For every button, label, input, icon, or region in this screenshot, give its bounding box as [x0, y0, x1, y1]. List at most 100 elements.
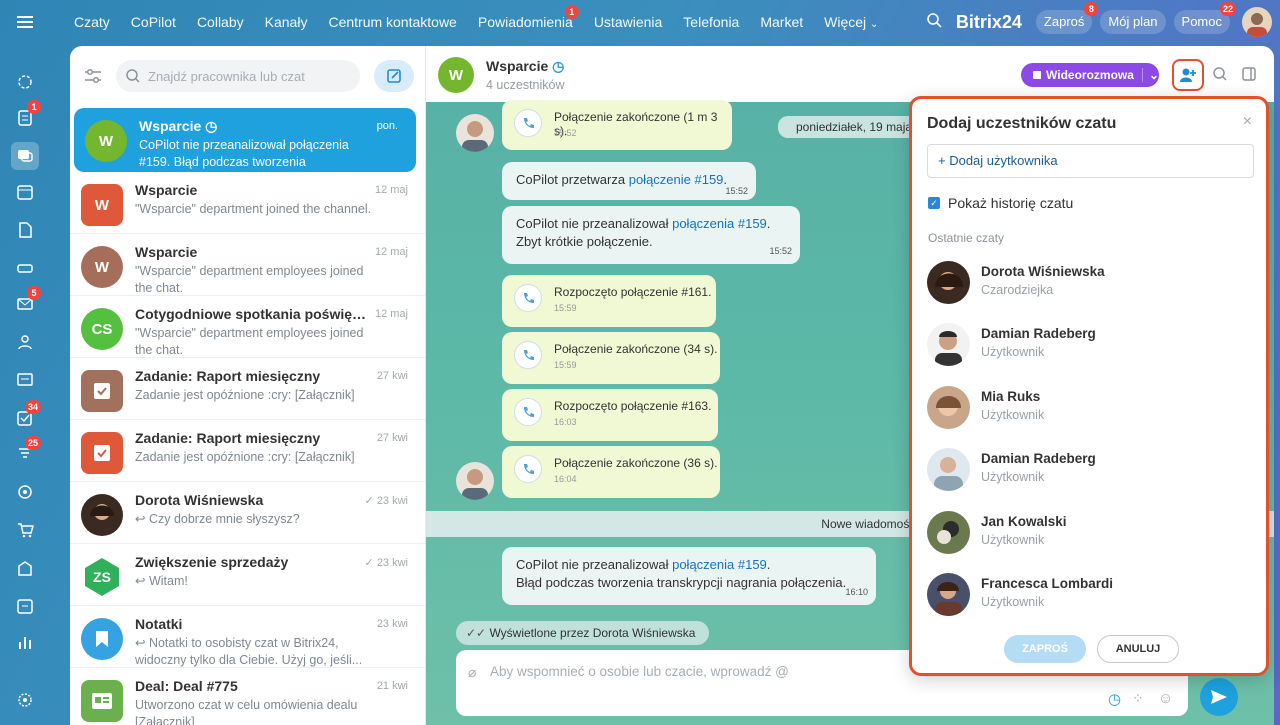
nav-copilot[interactable]: CoPilot	[131, 14, 176, 30]
message-text-part: .	[723, 172, 728, 187]
participant-row[interactable]: Damian Radeberg Użytkownik	[927, 448, 1257, 498]
schedule-icon[interactable]	[11, 592, 39, 620]
message-bubble: CoPilot nie przeanalizował połączenia #1…	[502, 206, 800, 264]
seen-by-text: Wyświetlone przez Dorota Wiśniewska	[489, 626, 696, 640]
participant-row[interactable]: Jan Kowalski Użytkownik	[927, 511, 1257, 561]
mail-icon[interactable]: 5	[11, 286, 41, 318]
participant-row[interactable]: Dorota Wiśniewska Czarodziejka	[927, 261, 1257, 311]
invite-button[interactable]: ZAPROŚ	[1004, 635, 1086, 663]
participant-name: Dorota Wiśniewska	[981, 264, 1105, 279]
message-text-part: .	[766, 216, 771, 231]
paperclip-icon[interactable]: ⌀	[468, 664, 476, 681]
video-call-button[interactable]: Wideorozmowa ⌄	[1021, 63, 1159, 87]
chat-list-item[interactable]: CS Cotygodniowe spotkania poświęcon... 1…	[70, 296, 425, 358]
contacts-icon[interactable]	[11, 328, 39, 356]
invite-button[interactable]: Zaproś 8	[1035, 2, 1099, 34]
chat-list-item[interactable]: Notatki 23 kwi ↩ Notatki to osobisty cza…	[70, 606, 425, 668]
phone-icon	[514, 341, 542, 369]
nav-channels[interactable]: Kanały	[265, 14, 308, 30]
search-icon[interactable]	[1213, 67, 1227, 84]
add-user-field[interactable]: + Dodaj użytkownika	[927, 144, 1254, 178]
menu-icon[interactable]	[0, 0, 50, 44]
avatar	[81, 494, 123, 536]
store-icon[interactable]	[11, 554, 39, 582]
chat-members-count[interactable]: 4 uczestników	[486, 78, 565, 92]
call-link[interactable]: połączenie #159	[629, 172, 724, 187]
participant-row[interactable]: Damian Radeberg Użytkownik	[927, 323, 1257, 373]
chat-avatar[interactable]: W	[438, 57, 474, 93]
search-icon[interactable]	[927, 13, 942, 31]
chat-title: Notatki	[135, 616, 183, 632]
tasks-icon[interactable]: 1	[11, 100, 41, 132]
chat-list-item[interactable]: W Wsparcie ◷ pon. CoPilot nie przeanaliz…	[74, 108, 416, 172]
message-text-part: CoPilot nie przeanalizował	[516, 557, 673, 572]
help-button[interactable]: Pomoc 22	[1173, 2, 1236, 34]
my-plan-button[interactable]: Mój plan	[1100, 10, 1166, 34]
chat-list-item[interactable]: W Wsparcie 12 maj "Wsparcie" department …	[70, 234, 425, 296]
document-icon[interactable]	[11, 216, 39, 244]
smile-icon[interactable]: ☺	[1158, 690, 1173, 707]
sparkle-icon[interactable]	[11, 68, 39, 96]
nav-contact-center[interactable]: Centrum kontaktowe	[328, 14, 456, 30]
participant-name: Francesca Lombardi	[981, 576, 1114, 591]
brand-logo[interactable]: Bitrix24	[956, 12, 1022, 33]
add-participant-button[interactable]	[1172, 59, 1204, 91]
timer-icon[interactable]: ◷	[1108, 690, 1121, 708]
nav-chats[interactable]: Czaty	[74, 14, 110, 30]
chevron-down-icon[interactable]: ⌄	[1141, 68, 1159, 82]
search-input[interactable]: Znajdź pracownika lub czat	[116, 60, 360, 92]
crm-icon[interactable]	[11, 366, 39, 394]
nav-settings[interactable]: Ustawienia	[594, 14, 662, 30]
participant-role: Użytkownik	[981, 470, 1045, 484]
call-link[interactable]: połączenia #159	[672, 216, 767, 231]
chat-list-item[interactable]: Zadanie: Raport miesięczny 27 kwi Zadani…	[70, 358, 425, 420]
chat-date: 27 kwi	[376, 432, 408, 444]
settings-icon[interactable]	[11, 686, 39, 714]
avatar[interactable]	[456, 462, 494, 500]
participant-row[interactable]: Mia Ruks Użytkownik	[927, 386, 1257, 436]
nav-telephony[interactable]: Telefonia	[683, 14, 739, 30]
feed-icon[interactable]: 25	[11, 436, 41, 468]
chat-list-item[interactable]: W Wsparcie 12 maj "Wsparcie" department …	[70, 172, 425, 234]
avatar[interactable]	[456, 114, 494, 152]
chat-list-item[interactable]: Deal: Deal #775 21 kwi Utworzono czat w …	[70, 668, 425, 725]
cart-icon[interactable]	[11, 516, 39, 544]
avatar	[927, 323, 970, 366]
avatar[interactable]	[1242, 7, 1272, 37]
filter-icon[interactable]	[84, 68, 102, 87]
nav-notifications[interactable]: Powiadomienia 1	[478, 5, 579, 30]
compose-button[interactable]	[374, 60, 414, 92]
calendar-icon[interactable]	[11, 178, 39, 206]
nav-more[interactable]: Więcej ⌄	[824, 14, 878, 30]
checklist-icon[interactable]: 34	[11, 400, 41, 432]
chat-list-item[interactable]: ZS Zwiększenie sprzedaży ✓ 23 kwi ↩ Wita…	[70, 544, 425, 606]
todo-badge: 34	[24, 400, 41, 414]
show-history-checkbox[interactable]: ✓ Pokaż historię czatu	[928, 195, 1073, 211]
chat-title[interactable]: Wsparcie ◷	[486, 58, 564, 75]
checkbox-checked-icon[interactable]: ✓	[928, 197, 940, 209]
analytics-icon[interactable]	[11, 628, 39, 656]
bookmark-icon	[81, 618, 123, 660]
apps-icon[interactable]: ⁘	[1132, 690, 1144, 707]
chevron-down-icon: ⌄	[870, 19, 879, 30]
participant-row[interactable]: Francesca Lombardi Użytkownik	[927, 573, 1257, 623]
close-icon[interactable]: ×	[1243, 113, 1252, 131]
chat-preview: Zadanie jest opóźnione :cry: [Załącznik]	[135, 388, 355, 402]
message-text-part: CoPilot przetwarza	[516, 172, 629, 187]
nav-market[interactable]: Market	[760, 14, 803, 30]
drive-icon[interactable]	[11, 254, 39, 282]
chat-list-item[interactable]: Zadanie: Raport miesięczny 27 kwi Zadani…	[70, 420, 425, 482]
nav-collaby[interactable]: Collaby	[197, 14, 244, 30]
participant-role: Użytkownik	[981, 533, 1045, 547]
chat-title: Wsparcie	[135, 244, 198, 260]
tasks-badge: 1	[27, 100, 41, 114]
cancel-button[interactable]: ANULUJ	[1097, 635, 1179, 663]
send-button[interactable]	[1200, 678, 1238, 716]
call-link[interactable]: połączenia #159	[672, 557, 767, 572]
chat-icon[interactable]	[11, 142, 39, 170]
participant-name: Mia Ruks	[981, 389, 1041, 404]
target-icon[interactable]	[11, 478, 39, 506]
sidebar-toggle-icon[interactable]	[1242, 67, 1256, 84]
avatar	[927, 573, 970, 616]
chat-list-item[interactable]: Dorota Wiśniewska ✓ 23 kwi ↩ Czy dobrze …	[70, 482, 425, 544]
